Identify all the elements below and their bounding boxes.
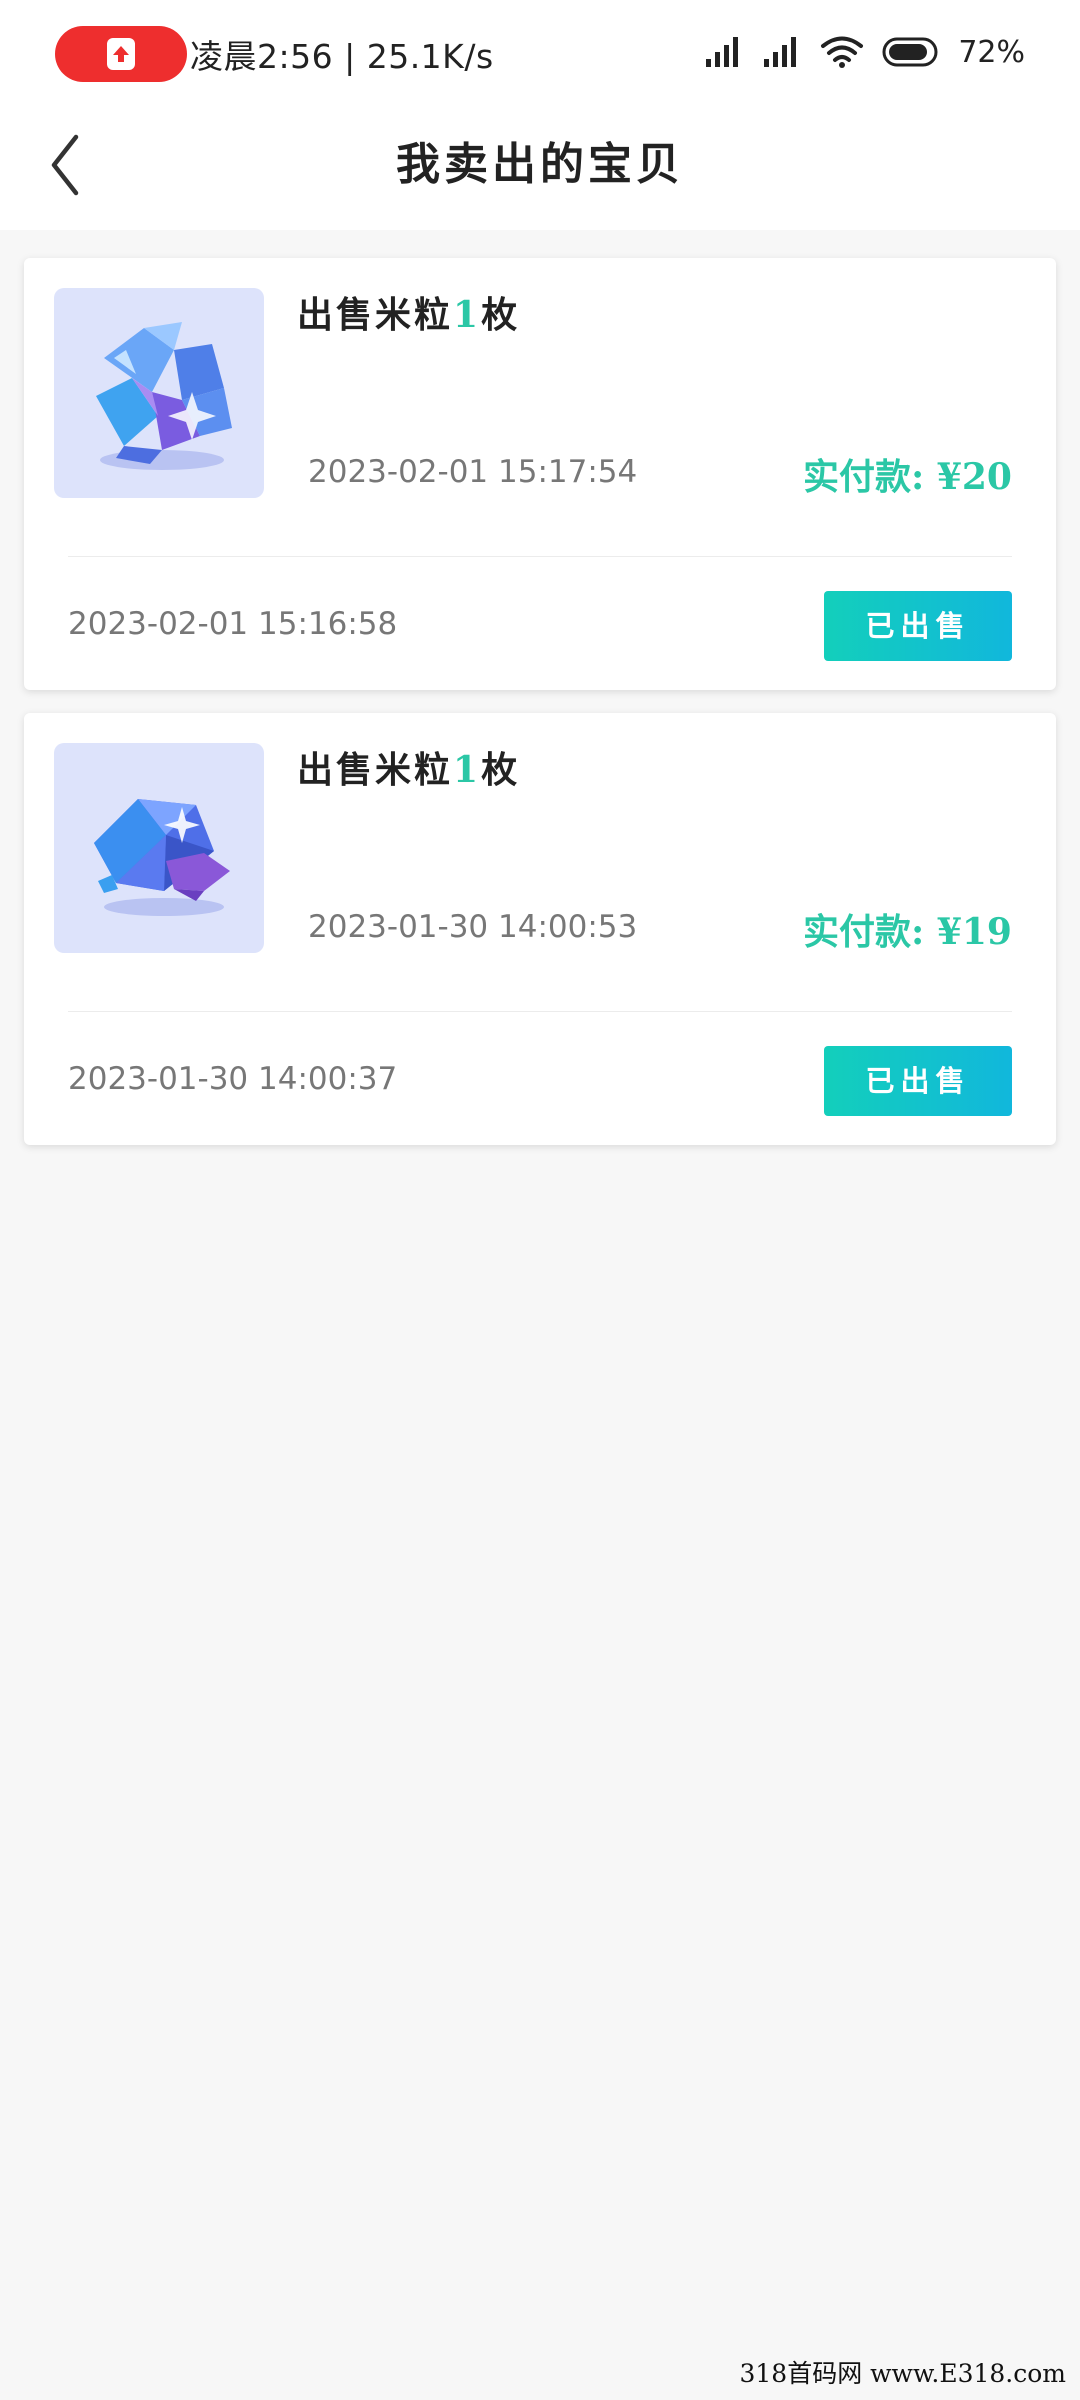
- order-quantity: 1: [453, 749, 482, 791]
- battery-icon: [882, 37, 938, 67]
- pay-amount: 实付款: ¥20: [803, 456, 1012, 498]
- order-title: 出售米粒1枚: [297, 286, 520, 338]
- screen-record-indicator[interactable]: [55, 26, 187, 82]
- status-bar: 凌晨2:56 | 25.1K/s 72%: [0, 0, 1080, 100]
- pay-amount: 实付款: ¥19: [803, 911, 1012, 953]
- watermark-text: 318首码网 www.E318.com: [739, 2359, 1066, 2388]
- status-time-speed: 凌晨2:56 | 25.1K/s: [190, 37, 494, 76]
- battery-percent: 72%: [958, 34, 1025, 70]
- card-divider: [68, 556, 1012, 557]
- pay-time: 2023-02-01 15:17:54: [308, 454, 638, 490]
- status-icons: 72%: [704, 30, 1025, 74]
- page-title: 我卖出的宝贝: [396, 139, 684, 190]
- sold-status-button[interactable]: 已出售: [824, 1046, 1012, 1116]
- wifi-icon: [821, 36, 864, 68]
- order-title-prefix: 出售米粒: [297, 749, 454, 791]
- order-time: 2023-01-30 14:00:37: [68, 1061, 398, 1097]
- order-time: 2023-02-01 15:16:58: [68, 606, 398, 642]
- crystal-cluster-icon: [54, 288, 264, 498]
- order-title-suffix: 枚: [481, 749, 521, 791]
- order-title-suffix: 枚: [481, 294, 521, 336]
- card-divider: [68, 1011, 1012, 1012]
- order-quantity: 1: [453, 294, 482, 336]
- gem-icon: [54, 743, 264, 953]
- signal-icon: [706, 37, 739, 67]
- order-card[interactable]: 出售米粒1枚 2023-02-01 15:17:54 实付款: ¥20 2023…: [24, 258, 1056, 690]
- pay-time: 2023-01-30 14:00:53: [308, 909, 638, 945]
- nav-bar: 我卖出的宝贝: [0, 100, 1080, 230]
- order-card[interactable]: 出售米粒1枚 2023-01-30 14:00:53 实付款: ¥19 2023…: [24, 713, 1056, 1145]
- signal-icon-2: [764, 37, 797, 67]
- order-title-prefix: 出售米粒: [297, 294, 454, 336]
- upload-icon: [107, 38, 135, 70]
- order-title: 出售米粒1枚: [297, 741, 520, 793]
- sold-status-button[interactable]: 已出售: [824, 591, 1012, 661]
